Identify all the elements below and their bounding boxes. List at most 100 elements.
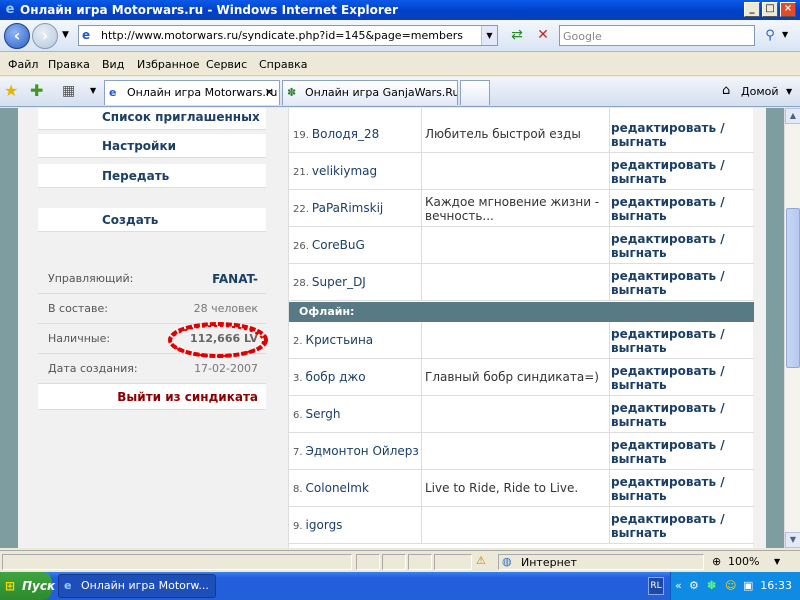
edit-link[interactable]: редактировать	[611, 438, 716, 452]
kick-link[interactable]: выгнать	[611, 135, 667, 149]
member-row: 2. Кристьина редактировать / выгнать	[289, 322, 754, 359]
tray-expand-icon[interactable]: «	[675, 572, 682, 600]
address-input[interactable]: e http://www.motorwars.ru/syndicate.php?…	[78, 25, 498, 46]
vertical-scrollbar[interactable]: ▲ ▼	[784, 108, 800, 548]
home-dropdown-icon[interactable]: ▼	[786, 87, 792, 96]
info-label: Наличные:	[48, 332, 111, 345]
menu-favorites[interactable]: Избранное	[137, 58, 199, 71]
edit-link[interactable]: редактировать	[611, 195, 716, 209]
security-warning-icon[interactable]: ⚠	[476, 554, 494, 570]
member-link[interactable]: Володя_28	[312, 127, 379, 141]
kick-link[interactable]: выгнать	[611, 341, 667, 355]
member-link[interactable]: Super_DJ	[312, 275, 366, 289]
menu-help[interactable]: Справка	[259, 58, 307, 71]
status-bar: ⚠ ◍ Интернет ⊕ 100% ▼	[0, 550, 800, 572]
tab-list-dropdown-icon[interactable]: ▼	[90, 86, 96, 95]
member-link[interactable]: бобр джо	[306, 370, 366, 384]
tray-face-icon[interactable]: ☺	[725, 572, 736, 600]
add-favorite-icon[interactable]: ✚	[30, 81, 43, 100]
page-content: Список приглашенных Настройки Передать С…	[0, 108, 784, 548]
edit-link[interactable]: редактировать	[611, 121, 716, 135]
zoom-icon[interactable]: ⊕	[712, 555, 721, 568]
globe-icon: ◍	[502, 555, 512, 568]
maximize-icon[interactable]: □	[762, 2, 778, 17]
transfer-button[interactable]: Передать	[38, 164, 266, 188]
member-actions: редактировать / выгнать	[611, 327, 754, 355]
member-actions: редактировать / выгнать	[611, 269, 754, 297]
home-icon[interactable]: ⌂	[722, 83, 730, 98]
kick-link[interactable]: выгнать	[611, 526, 667, 540]
edit-link[interactable]: редактировать	[611, 475, 716, 489]
edit-link[interactable]: редактировать	[611, 232, 716, 246]
menu-edit[interactable]: Правка	[48, 58, 90, 71]
kick-link[interactable]: выгнать	[611, 209, 667, 223]
zoom-dropdown-icon[interactable]: ▼	[774, 557, 780, 566]
menu-tools[interactable]: Сервис	[206, 58, 247, 71]
window-titlebar[interactable]: Онлайн игра Motorwars.ru - Windows Inter…	[0, 0, 800, 20]
kick-link[interactable]: выгнать	[611, 378, 667, 392]
leave-syndicate-button[interactable]: Выйти из синдиката	[38, 384, 266, 410]
edit-link[interactable]: редактировать	[611, 158, 716, 172]
kick-link[interactable]: выгнать	[611, 172, 667, 186]
edit-link[interactable]: редактировать	[611, 364, 716, 378]
edit-link[interactable]: редактировать	[611, 512, 716, 526]
member-link[interactable]: Эдмонтон Ойлерз	[306, 444, 419, 458]
stop-icon[interactable]: ✕	[532, 25, 554, 46]
tab-motorwars[interactable]: e Онлайн игра Motorwars.ru ✕	[104, 80, 280, 105]
member-link[interactable]: CoreBuG	[312, 238, 365, 252]
member-link[interactable]: PaPaRimskij	[312, 201, 383, 215]
url-dropdown-icon[interactable]: ▼	[481, 26, 497, 45]
taskbar: ⊞ Пуск e Онлайн игра Motorw... RL « ⚙ ✽ …	[0, 572, 800, 600]
history-dropdown-icon[interactable]: ▼	[62, 30, 69, 40]
separator: /	[720, 401, 725, 415]
zone-label: Интернет	[521, 556, 577, 569]
forward-icon[interactable]: ›	[32, 23, 58, 49]
menu-view[interactable]: Вид	[102, 58, 124, 71]
back-icon[interactable]: ‹	[4, 23, 30, 49]
search-dropdown-icon[interactable]: ▼	[782, 30, 788, 39]
scroll-thumb[interactable]	[786, 208, 800, 368]
kick-link[interactable]: выгнать	[611, 246, 667, 260]
member-link[interactable]: velikiymag	[312, 164, 377, 178]
member-link[interactable]: Sergh	[306, 407, 341, 421]
member-link[interactable]: igorgs	[306, 518, 343, 532]
language-indicator[interactable]: RL	[648, 577, 664, 595]
search-input[interactable]: Google	[559, 25, 755, 46]
close-tab-icon[interactable]: ✕	[265, 81, 274, 104]
member-link[interactable]: Colonelmk	[306, 481, 369, 495]
kick-link[interactable]: выгнать	[611, 489, 667, 503]
edit-link[interactable]: редактировать	[611, 327, 716, 341]
kick-link[interactable]: выгнать	[611, 452, 667, 466]
refresh-icon[interactable]: ⇄	[506, 25, 528, 46]
search-icon[interactable]: ⚲	[760, 25, 780, 46]
zone-pane: ◍ Интернет	[498, 554, 704, 570]
quick-tabs-icon[interactable]: ▦	[62, 83, 75, 99]
close-window-icon[interactable]: ×	[780, 2, 796, 17]
invited-list-button[interactable]: Список приглашенных	[38, 108, 266, 130]
tray-app-icon[interactable]: ⚙	[689, 572, 699, 600]
menu-file[interactable]: Файл	[8, 58, 38, 71]
favorites-star-icon[interactable]: ★	[4, 81, 18, 100]
start-button[interactable]: ⊞ Пуск	[0, 572, 55, 600]
kick-link[interactable]: выгнать	[611, 283, 667, 297]
member-link[interactable]: Кристьина	[306, 333, 374, 347]
kick-link[interactable]: выгнать	[611, 415, 667, 429]
tab-ganjawars[interactable]: ✽ Онлайн игра GanjaWars.Ru...	[282, 80, 458, 105]
page-right-margin	[754, 108, 766, 548]
separator: /	[720, 158, 725, 172]
edit-link[interactable]: редактировать	[611, 269, 716, 283]
taskbar-item-ie[interactable]: e Онлайн игра Motorw...	[58, 574, 216, 598]
tray-leaf-icon[interactable]: ✽	[707, 572, 716, 600]
minimize-icon[interactable]: _	[744, 2, 760, 17]
create-button[interactable]: Создать	[38, 208, 266, 232]
zoom-level[interactable]: 100%	[728, 555, 759, 568]
new-tab-button[interactable]	[460, 80, 490, 105]
edit-link[interactable]: редактировать	[611, 401, 716, 415]
tray-network-icon[interactable]: ▣	[743, 572, 753, 600]
manager-link[interactable]: FANAT-	[212, 264, 258, 294]
home-label[interactable]: Домой	[741, 85, 779, 98]
windows-logo-icon: ⊞	[5, 579, 16, 593]
scroll-down-icon[interactable]: ▼	[785, 532, 800, 548]
scroll-up-icon[interactable]: ▲	[785, 108, 800, 124]
settings-button[interactable]: Настройки	[38, 134, 266, 158]
